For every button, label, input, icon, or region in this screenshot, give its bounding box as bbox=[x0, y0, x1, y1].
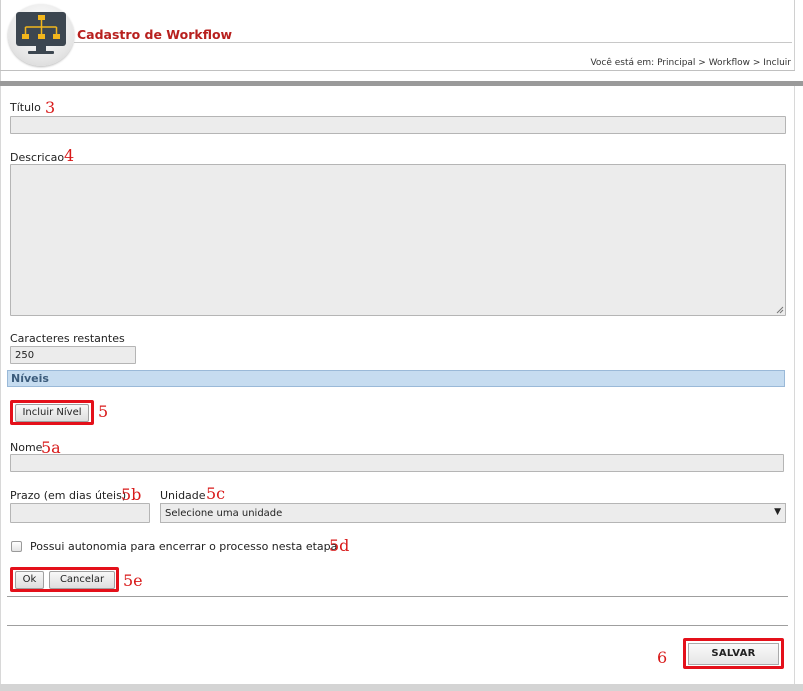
title-divider bbox=[74, 42, 792, 43]
unidade-selected-value: Selecione uma unidade bbox=[165, 508, 283, 519]
footer-bar bbox=[0, 684, 803, 691]
niveis-section-label: Níveis bbox=[11, 372, 49, 385]
logo bbox=[8, 4, 74, 66]
annotation-5c: 5c bbox=[206, 484, 226, 503]
descricao-value bbox=[11, 164, 19, 181]
annotation-5b: 5b bbox=[121, 485, 142, 504]
prazo-value bbox=[11, 503, 19, 520]
incluir-nivel-button[interactable]: Incluir Nível bbox=[15, 404, 89, 422]
resize-handle-icon[interactable] bbox=[776, 306, 784, 314]
annotation-3: 3 bbox=[45, 98, 56, 117]
descricao-textarea[interactable] bbox=[10, 164, 786, 316]
annotation-5e: 5e bbox=[123, 571, 143, 590]
titulo-label: Título bbox=[10, 101, 41, 114]
header-bar bbox=[0, 81, 803, 86]
nome-value bbox=[11, 454, 19, 471]
breadcrumb: Você está em: Principal > Workflow > Inc… bbox=[590, 58, 791, 68]
page-title: Cadastro de Workflow bbox=[77, 27, 233, 42]
annotation-4: 4 bbox=[64, 146, 75, 165]
salvar-button[interactable]: SALVAR bbox=[688, 643, 779, 665]
titulo-input[interactable] bbox=[10, 116, 786, 134]
triangle-down-icon[interactable]: ▼ bbox=[774, 507, 781, 517]
caracteres-value: 250 bbox=[15, 350, 35, 361]
divider-2 bbox=[7, 625, 788, 626]
unidade-label: Unidade bbox=[160, 489, 206, 502]
header-divider bbox=[0, 70, 795, 71]
monitor-base bbox=[28, 51, 54, 54]
unidade-select[interactable]: Selecione uma unidade ▼ bbox=[160, 503, 786, 523]
descricao-label: Descricao bbox=[10, 151, 65, 164]
nome-label: Nome bbox=[10, 441, 43, 454]
autonomia-label: Possui autonomia para encerrar o process… bbox=[30, 540, 338, 553]
ok-button[interactable]: Ok bbox=[15, 571, 44, 589]
content-border-right bbox=[794, 86, 795, 684]
titulo-value bbox=[11, 116, 19, 133]
niveis-section-header: Níveis bbox=[7, 370, 785, 387]
cancelar-button[interactable]: Cancelar bbox=[49, 571, 115, 589]
annotation-5: 5 bbox=[98, 402, 109, 421]
nome-input[interactable] bbox=[10, 454, 784, 472]
divider-1 bbox=[7, 596, 788, 597]
annotation-6: 6 bbox=[657, 648, 668, 667]
autonomia-checkbox[interactable] bbox=[11, 541, 22, 552]
workflow-monitor-icon bbox=[16, 12, 66, 46]
content-border-left bbox=[0, 86, 1, 684]
header-border-right bbox=[794, 0, 795, 70]
annotation-5d: 5d bbox=[329, 536, 350, 555]
prazo-input[interactable] bbox=[10, 503, 150, 523]
prazo-label: Prazo (em dias úteis) bbox=[10, 489, 127, 502]
caracteres-counter: 250 bbox=[10, 346, 136, 364]
caracteres-label: Caracteres restantes bbox=[10, 332, 125, 345]
